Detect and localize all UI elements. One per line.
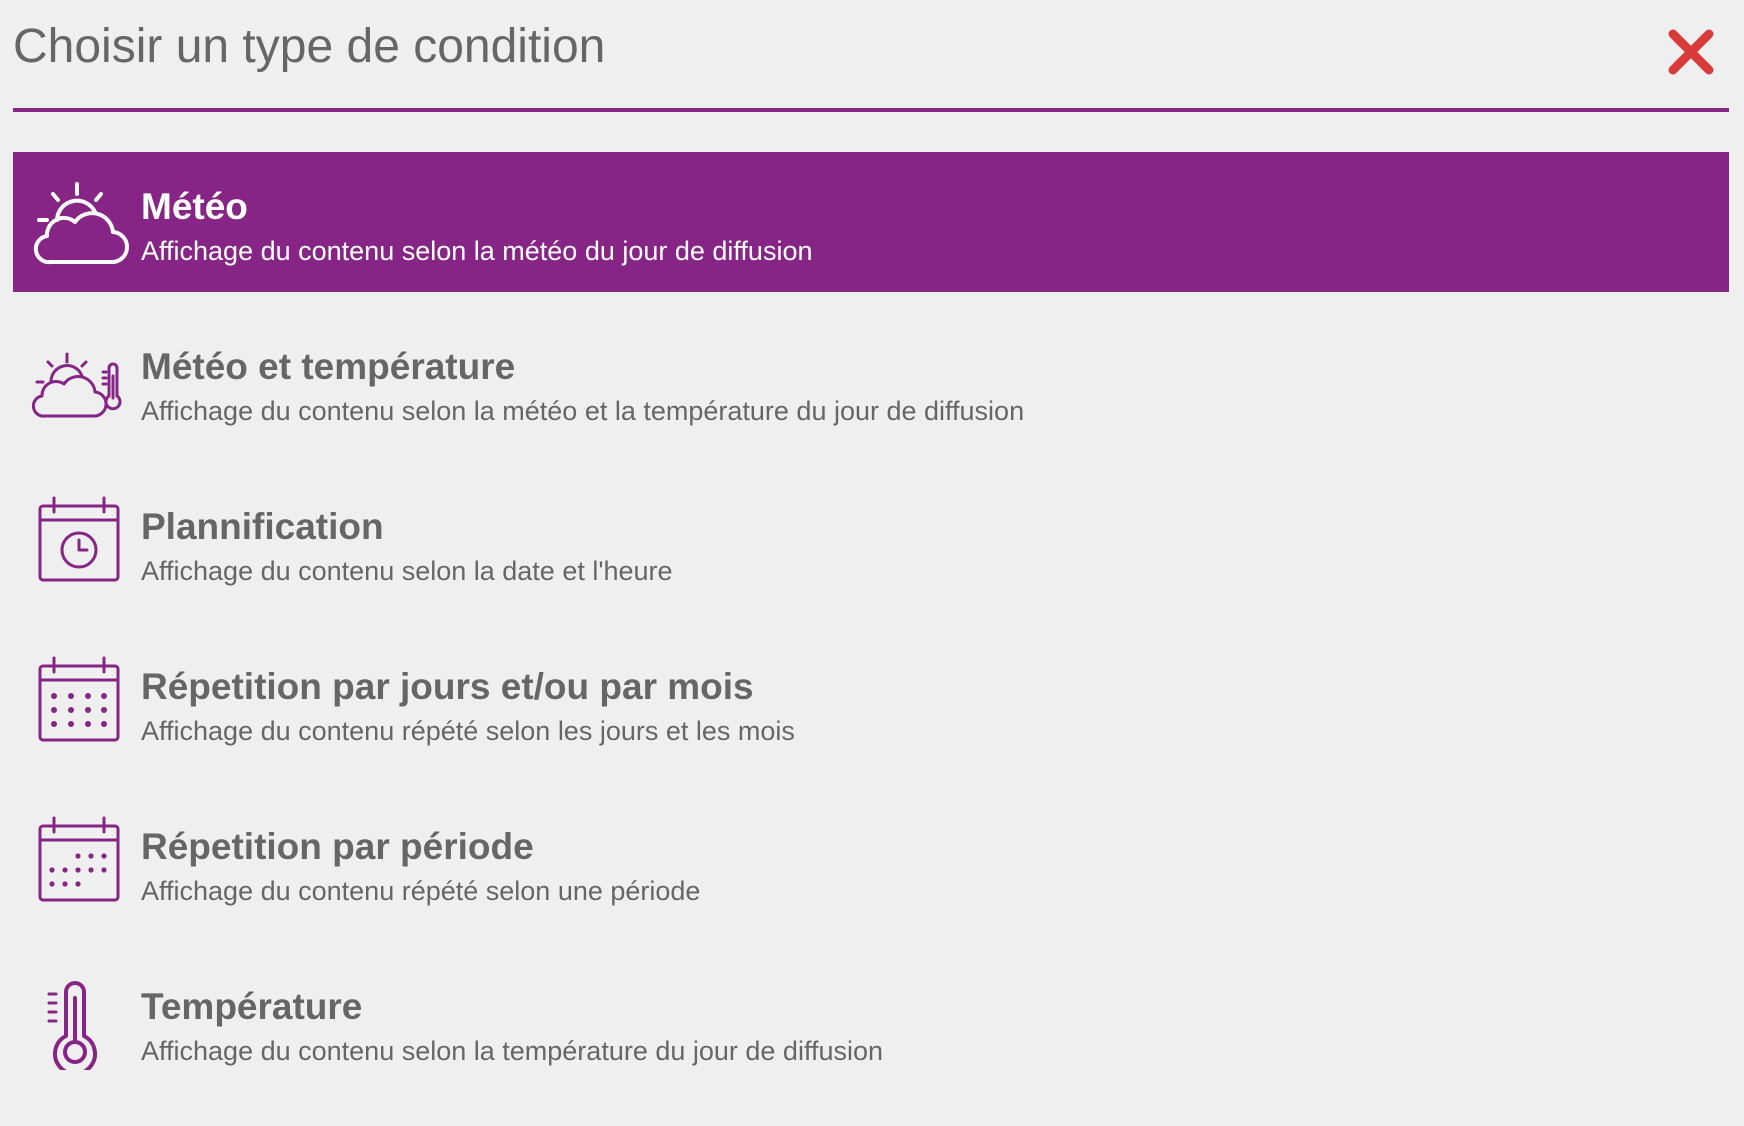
thermometer-icon bbox=[47, 981, 97, 1070]
condition-text: Météo Affichage du contenu selon la mété… bbox=[141, 184, 1709, 270]
condition-description: Affichage du contenu selon la températur… bbox=[141, 1036, 884, 1066]
weather-temperature-icon bbox=[31, 352, 122, 418]
condition-item-plannification[interactable]: Plannification Affichage du contenu selo… bbox=[13, 472, 1729, 612]
condition-label: Météo et température bbox=[141, 346, 516, 387]
condition-description: Affichage du contenu selon la météo et l… bbox=[141, 396, 1025, 426]
calendar-period-icon bbox=[38, 816, 120, 902]
calendar-grid-icon bbox=[38, 656, 120, 742]
condition-list: Météo Affichage du contenu selon la mété… bbox=[13, 152, 1729, 1112]
condition-label: Répetition par jours et/ou par mois bbox=[141, 666, 754, 707]
condition-label: Météo bbox=[141, 186, 248, 227]
close-button[interactable] bbox=[1665, 26, 1717, 78]
condition-item-temperature[interactable]: Température Affichage du contenu selon l… bbox=[13, 952, 1729, 1092]
condition-text: Météo et température Affichage du conten… bbox=[141, 344, 1709, 430]
calendar-clock-icon bbox=[38, 496, 120, 582]
condition-text: Température Affichage du contenu selon l… bbox=[141, 984, 1709, 1070]
condition-description: Affichage du contenu répété selon les jo… bbox=[141, 716, 795, 746]
condition-item-meteo[interactable]: Météo Affichage du contenu selon la mété… bbox=[13, 152, 1729, 292]
dialog-header: Choisir un type de condition bbox=[13, 0, 1729, 112]
close-icon bbox=[1668, 29, 1714, 75]
condition-item-repetition-periode[interactable]: Répetition par période Affichage du cont… bbox=[13, 792, 1729, 932]
condition-text: Plannification Affichage du contenu selo… bbox=[141, 504, 1709, 590]
condition-item-repetition-jours-mois[interactable]: Répetition par jours et/ou par mois Affi… bbox=[13, 632, 1729, 772]
condition-text: Répetition par période Affichage du cont… bbox=[141, 824, 1709, 910]
dialog-title: Choisir un type de condition bbox=[13, 20, 606, 73]
condition-label: Température bbox=[141, 986, 363, 1027]
condition-description: Affichage du contenu selon la météo du j… bbox=[141, 236, 813, 266]
condition-label: Plannification bbox=[141, 506, 384, 547]
weather-icon bbox=[33, 182, 130, 265]
condition-description: Affichage du contenu selon la date et l'… bbox=[141, 556, 673, 586]
condition-text: Répetition par jours et/ou par mois Affi… bbox=[141, 664, 1709, 750]
condition-description: Affichage du contenu répété selon une pé… bbox=[141, 876, 701, 906]
condition-item-meteo-temperature[interactable]: Météo et température Affichage du conten… bbox=[13, 312, 1729, 452]
condition-label: Répetition par période bbox=[141, 826, 534, 867]
